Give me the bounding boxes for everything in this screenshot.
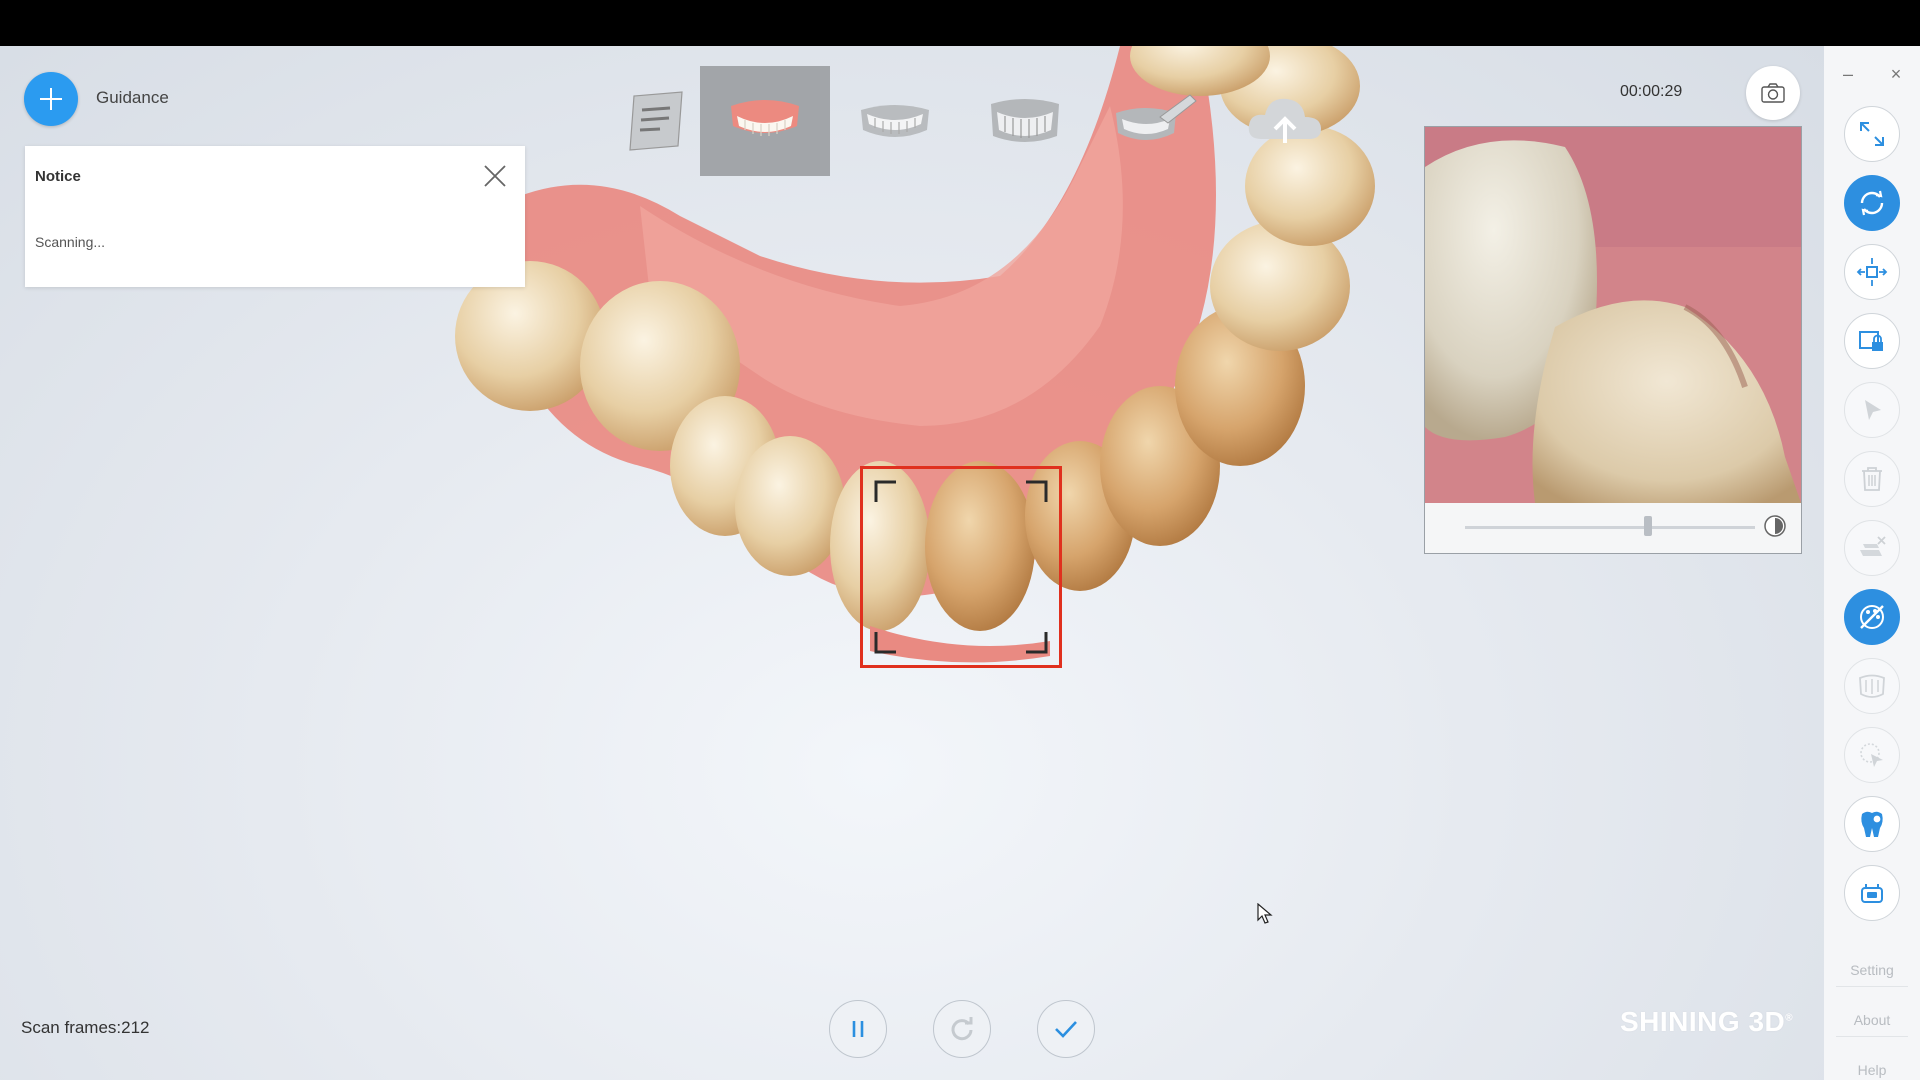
guidance-label: Guidance [96,88,169,107]
setting-link[interactable]: Setting [1824,962,1920,978]
title-bar [0,0,1920,46]
rotate-view-button[interactable] [1844,175,1900,231]
lock-region-icon [1859,331,1883,351]
move-icon [1856,258,1888,286]
fit-view-button[interactable] [1844,106,1900,162]
scan-timer: 00:00:29 [1620,83,1683,100]
pointer-icon [1865,400,1881,420]
check-icon [1055,1021,1077,1038]
redo-button[interactable] [933,1000,991,1058]
notice-message: Scanning... [35,234,106,250]
eraser-icon [1860,536,1886,556]
confirm-button[interactable] [1037,1000,1095,1058]
upper-jaw-icon [731,100,799,136]
minimize-button[interactable]: – [1836,62,1860,86]
bite-icon [991,99,1059,142]
plus-icon [40,88,62,110]
cloud-upload-icon [1248,98,1321,143]
jaw-icon [1859,674,1885,698]
scanner-icon [1861,884,1883,903]
notice-panel: Notice Scanning... [25,146,525,287]
close-icon[interactable] [481,162,509,190]
notes-icon [629,91,683,151]
scan-frames-counter: Scan frames:212 [21,1018,150,1037]
camera-icon [1761,83,1785,103]
refresh-icon [951,1017,973,1041]
live-camera-preview [1424,126,1802,554]
preview-brightness-thumb[interactable] [1643,516,1652,536]
clear-data-button[interactable] [1844,520,1900,576]
scan-viewport[interactable]: Guidance Notice Scanning... 00:00:29 Sca… [0,46,1824,1080]
divider [1836,986,1908,987]
click-select-icon [1860,743,1883,767]
pan-view-button[interactable] [1844,244,1900,300]
step-bite[interactable] [960,66,1090,176]
lower-jaw-icon [861,105,929,137]
expand-icon [1860,122,1884,146]
scanner-tool-button[interactable] [1844,865,1900,921]
step-upload[interactable] [1220,66,1350,176]
pause-icon [852,1021,864,1037]
palette-off-icon [1860,605,1884,629]
help-link[interactable]: Help [1824,1062,1920,1078]
pause-button[interactable] [829,1000,887,1058]
preview-brightness-track[interactable] [1465,526,1755,529]
mouse-cursor-icon [1257,903,1273,924]
guidance-button[interactable] [24,72,78,126]
divider [1836,1036,1908,1037]
notice-title: Notice [35,168,81,185]
about-link[interactable]: About [1824,1012,1920,1028]
tooth-icon [1861,811,1883,837]
step-upper-jaw[interactable] [700,66,830,176]
lock-region-button[interactable] [1844,313,1900,369]
camera-feed-image [1425,127,1801,503]
jaw-mode-button[interactable] [1844,658,1900,714]
close-window-button[interactable]: × [1884,62,1908,86]
step-edit-scan[interactable] [1090,66,1220,176]
edit-scan-icon [1116,94,1197,140]
brightness-icon[interactable] [1763,514,1787,538]
tooth-tool-button[interactable] [1844,796,1900,852]
texture-toggle-button[interactable] [1844,589,1900,645]
rotate-icon [1860,190,1884,216]
snapshot-button[interactable] [1746,66,1800,120]
delete-button[interactable] [1844,451,1900,507]
auto-select-button[interactable] [1844,727,1900,783]
step-lower-jaw[interactable] [830,66,960,176]
brand-logo: SHINING 3D® [1620,1006,1794,1037]
scan-focus-box [860,466,1062,668]
select-tool-button[interactable] [1844,382,1900,438]
right-toolbar: – × Setting About Help [1824,46,1920,1080]
trash-icon [1862,467,1882,491]
